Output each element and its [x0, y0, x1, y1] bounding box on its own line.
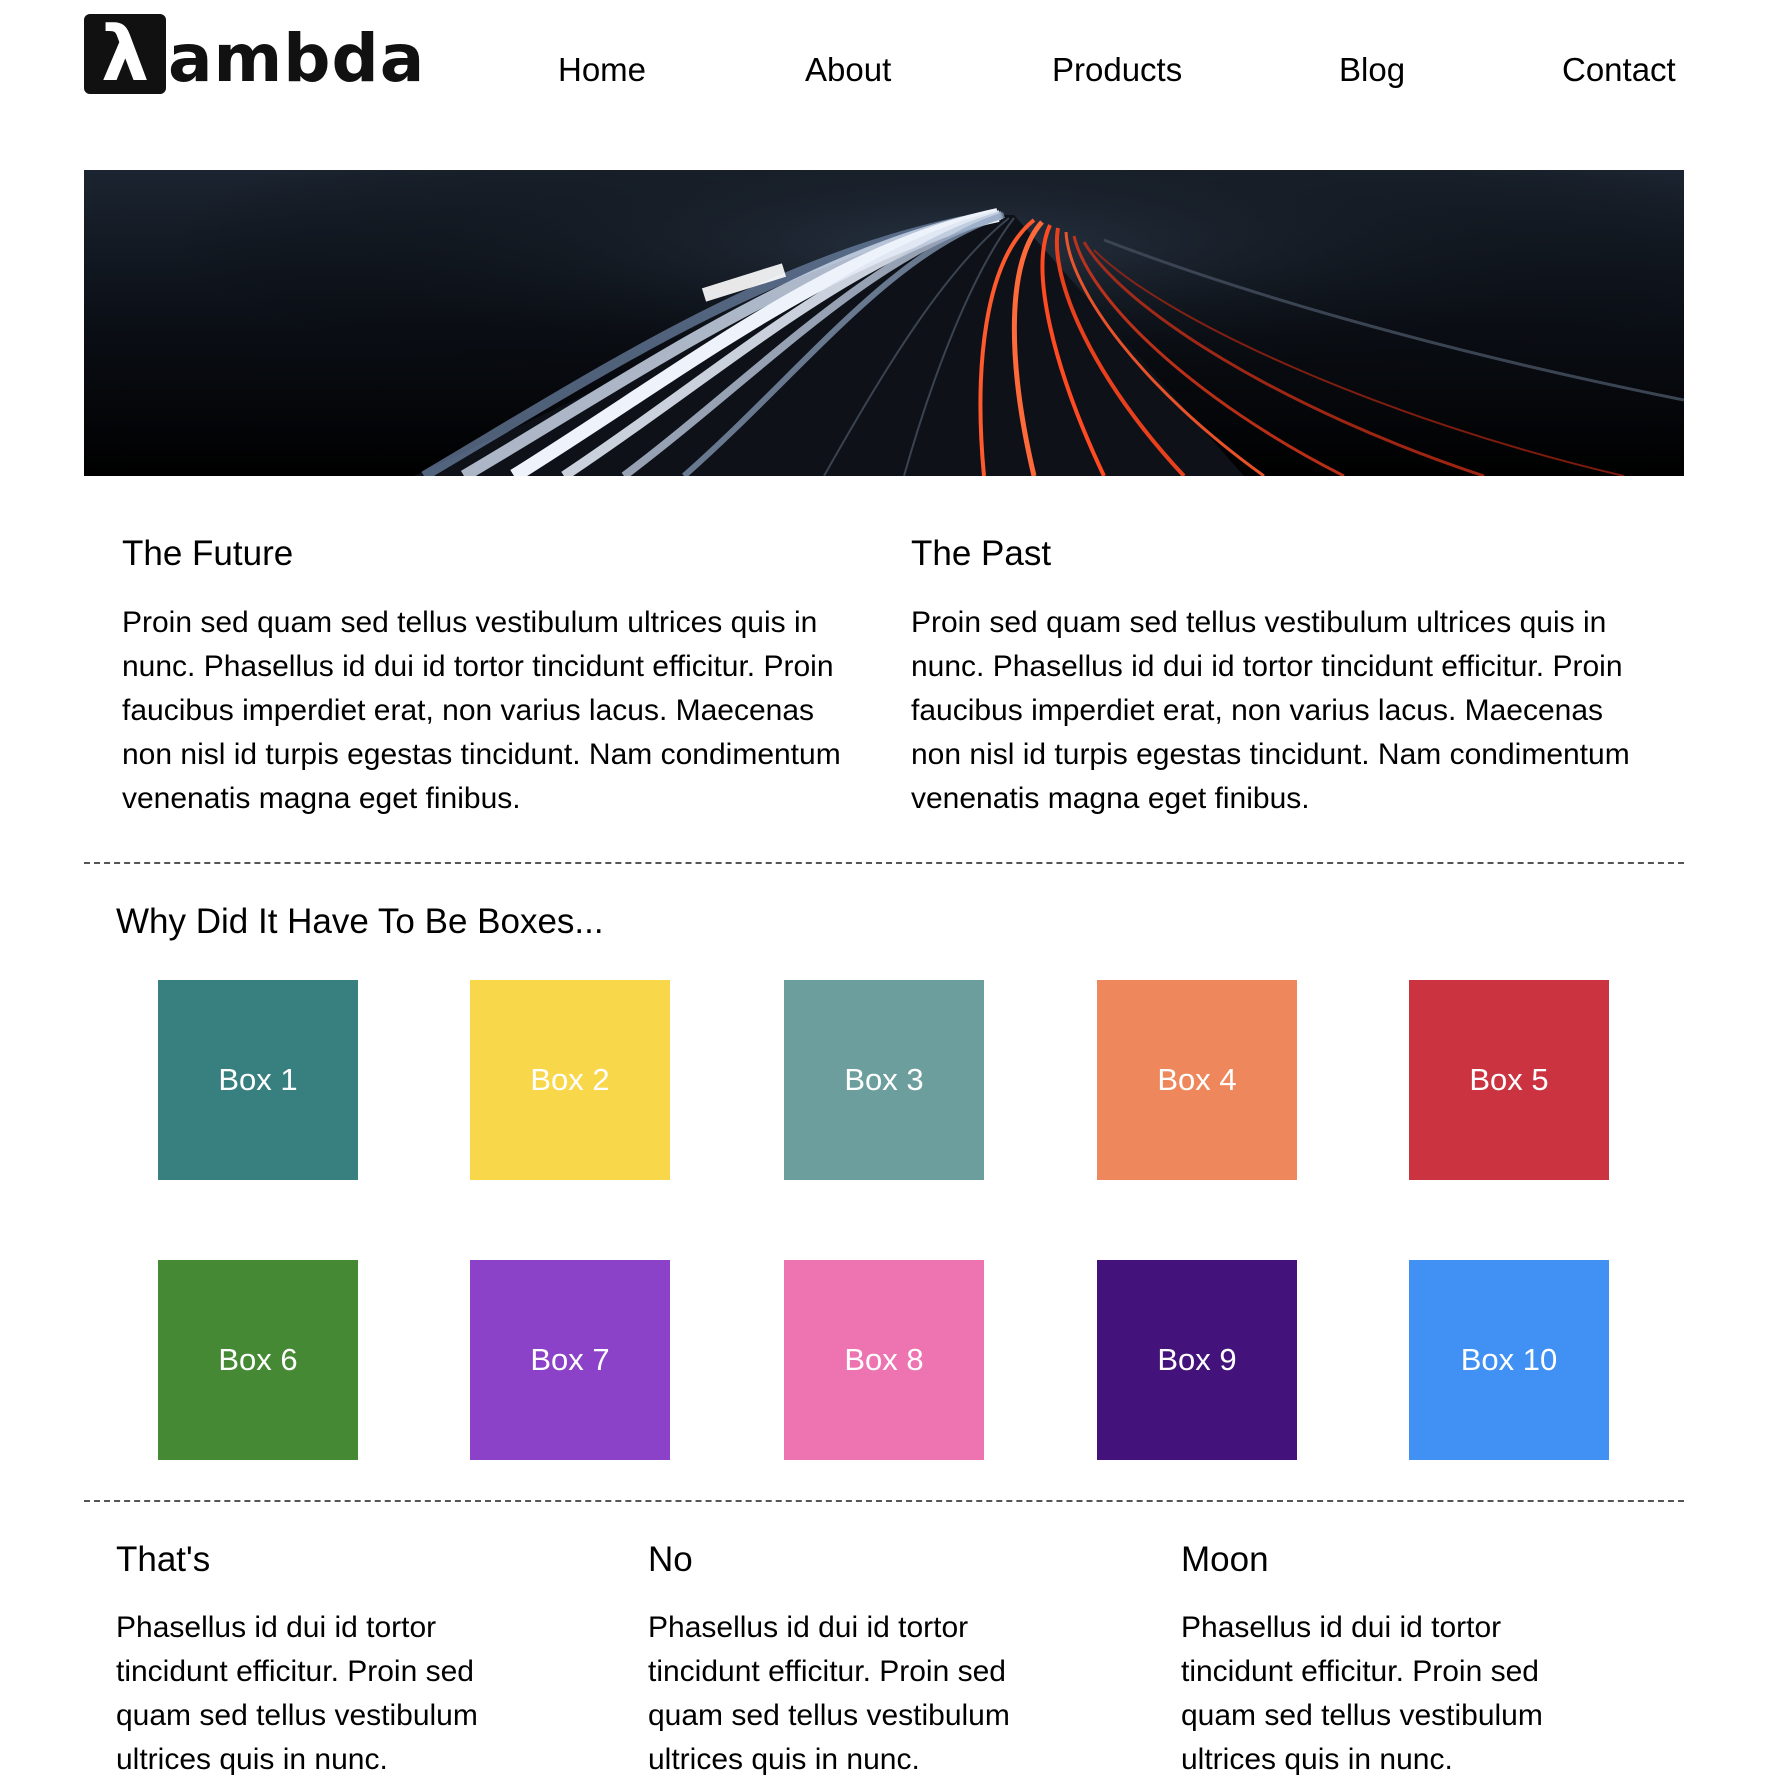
- box-label: Box 3: [844, 1062, 924, 1097]
- article-past-text: Proin sed quam sed tellus vestibulum ult…: [911, 606, 1630, 815]
- bottom-col-3-title: Moon: [1181, 1540, 1269, 1579]
- box-1[interactable]: Box 1: [158, 980, 358, 1180]
- bottom-col-3-text: Phasellus id dui id tortor tincidunt eff…: [1181, 1611, 1543, 1776]
- box-6[interactable]: Box 6: [158, 1260, 358, 1460]
- box-9[interactable]: Box 9: [1097, 1260, 1297, 1460]
- box-label: Box 5: [1469, 1062, 1549, 1097]
- box-10[interactable]: Box 10: [1409, 1260, 1609, 1460]
- section-divider: [84, 1500, 1684, 1502]
- hero-image: [84, 170, 1684, 476]
- box-label: Box 9: [1157, 1342, 1237, 1377]
- lambda-logo-icon: λ: [84, 14, 166, 94]
- nav-home-link[interactable]: Home: [558, 50, 646, 90]
- nav-contact-link[interactable]: Contact: [1562, 50, 1676, 90]
- box-5[interactable]: Box 5: [1409, 980, 1609, 1180]
- box-label: Box 1: [218, 1062, 298, 1097]
- section-divider: [84, 862, 1684, 864]
- nav-about-link[interactable]: About: [805, 50, 891, 90]
- bottom-col-2-title: No: [648, 1540, 693, 1579]
- article-future-title: The Future: [122, 534, 294, 573]
- box-4[interactable]: Box 4: [1097, 980, 1297, 1180]
- logo-wordmark: ambda: [168, 20, 426, 97]
- box-7[interactable]: Box 7: [470, 1260, 670, 1460]
- boxes-section-title: Why Did It Have To Be Boxes...: [116, 902, 604, 941]
- article-past-title: The Past: [911, 534, 1052, 573]
- box-label: Box 2: [530, 1062, 610, 1097]
- box-label: Box 6: [218, 1342, 298, 1377]
- box-8[interactable]: Box 8: [784, 1260, 984, 1460]
- nav-products-link[interactable]: Products: [1052, 50, 1182, 90]
- bottom-col-1-title: That's: [116, 1540, 211, 1579]
- box-3[interactable]: Box 3: [784, 980, 984, 1180]
- box-label: Box 7: [530, 1342, 610, 1377]
- highway-light-trails-image: [84, 170, 1684, 476]
- article-future-text: Proin sed quam sed tellus vestibulum ult…: [122, 606, 841, 815]
- bottom-col-1-text: Phasellus id dui id tortor tincidunt eff…: [116, 1611, 478, 1776]
- box-label: Box 10: [1460, 1342, 1558, 1377]
- box-label: Box 8: [844, 1342, 924, 1377]
- nav-blog-link[interactable]: Blog: [1339, 50, 1405, 90]
- box-label: Box 4: [1157, 1062, 1237, 1097]
- bottom-col-2-text: Phasellus id dui id tortor tincidunt eff…: [648, 1611, 1010, 1776]
- site-header: λ ambda Home About Products Blog Contact: [0, 0, 1776, 140]
- box-2[interactable]: Box 2: [470, 980, 670, 1180]
- logo[interactable]: λ ambda: [84, 14, 425, 97]
